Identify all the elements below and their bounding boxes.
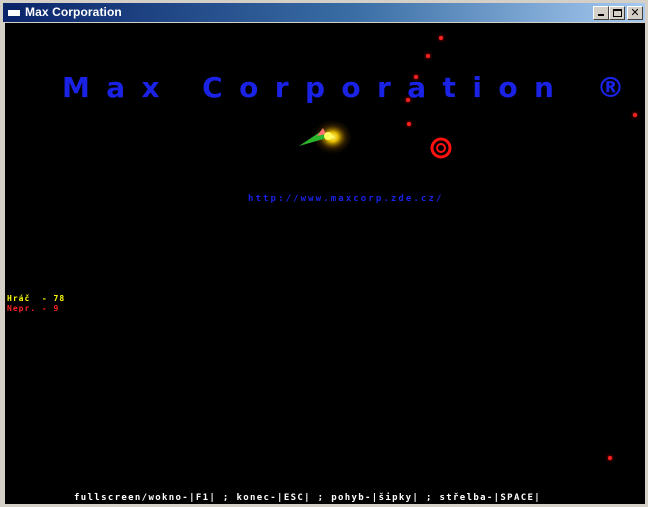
close-button[interactable]: ✕ <box>627 6 643 20</box>
player-score: Hráč - 78 <box>7 294 66 303</box>
minimize-icon <box>598 14 604 16</box>
red-particle-icon <box>633 113 637 117</box>
close-icon: ✕ <box>630 6 640 19</box>
minimize-button[interactable] <box>593 6 609 20</box>
red-particle-icon <box>426 54 430 58</box>
maximize-button[interactable] <box>609 6 625 20</box>
website-url: http://www.maxcorp.zde.cz/ <box>248 194 444 204</box>
enemy-ring-icon <box>430 137 452 159</box>
app-window: Max Corporation ✕ Max Corporation ® http… <box>0 0 648 507</box>
player-ship-icon <box>299 118 351 156</box>
red-particle-icon <box>439 36 443 40</box>
red-particle-icon <box>406 98 410 102</box>
enemy-score: Nepr. - 9 <box>7 304 60 313</box>
game-canvas[interactable]: Max Corporation ® http://www.maxcorp.zde… <box>5 23 645 504</box>
window-title: Max Corporation <box>25 5 122 19</box>
red-particle-icon <box>414 75 418 79</box>
red-particle-icon <box>407 122 411 126</box>
window-app-icon[interactable] <box>7 6 21 17</box>
red-particle-icon <box>608 456 612 460</box>
controls-help: fullscreen/wokno-|F1| ; konec-|ESC| ; po… <box>74 493 542 503</box>
maximize-icon <box>613 9 622 17</box>
game-logo: Max Corporation ® <box>62 71 641 104</box>
title-bar[interactable]: Max Corporation ✕ <box>3 3 645 22</box>
